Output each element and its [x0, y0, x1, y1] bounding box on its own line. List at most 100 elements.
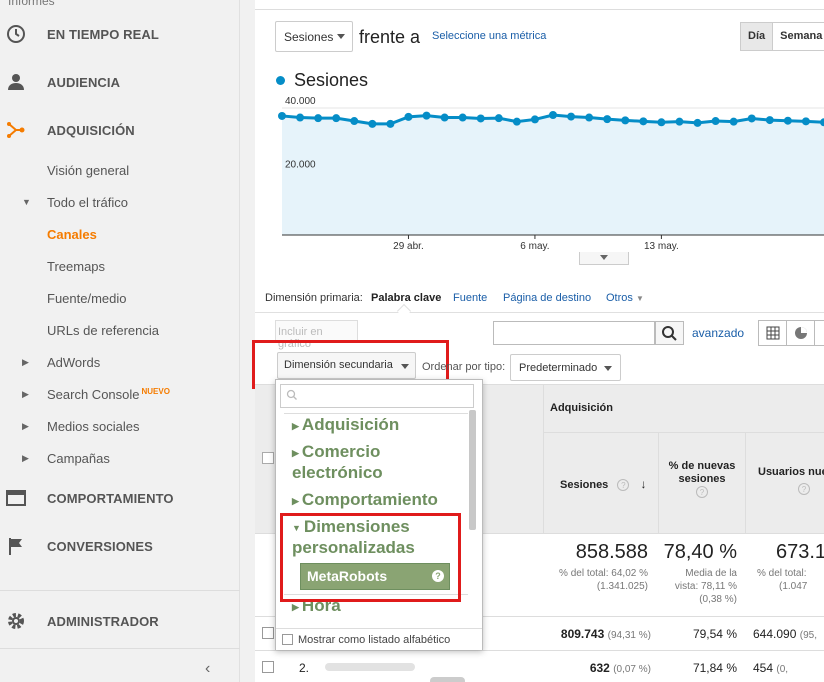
sidebar-divider — [0, 590, 240, 591]
metric-select[interactable]: Sesiones — [275, 21, 353, 52]
search-console-text: Search Console — [47, 386, 140, 402]
alphabetical-checkbox[interactable] — [282, 634, 293, 645]
caret-down-icon: ▼ — [635, 294, 644, 303]
redacted-keyword — [325, 663, 415, 671]
sort-type-label: Ordenar por tipo: — [422, 361, 506, 373]
data-point — [549, 110, 557, 119]
help-icon[interactable]: ? — [798, 483, 810, 495]
view-average-diff: (0,38 %) — [699, 594, 737, 605]
sidebar-item-source-medium[interactable]: Fuente/medio — [0, 284, 240, 312]
data-point — [639, 117, 648, 126]
data-point — [693, 118, 702, 127]
sidebar-item-behavior[interactable]: COMPORTAMIENTO — [0, 478, 240, 518]
table-view-button[interactable] — [759, 321, 787, 345]
x-tick-label: 6 may. — [520, 241, 549, 252]
row-checkbox[interactable] — [262, 661, 274, 673]
caret-right-icon: ▶ — [22, 356, 29, 367]
sidebar-item-label: Visión general — [47, 162, 130, 178]
pie-view-button[interactable] — [787, 321, 815, 345]
period-week-button[interactable]: Semana — [773, 23, 824, 50]
sidebar-item-social[interactable]: ▶ Medios sociales — [0, 412, 240, 440]
search-icon — [662, 326, 677, 341]
dimension-divider — [255, 312, 824, 313]
dropdown-item-acquisition[interactable]: ▶ Adquisición — [292, 415, 399, 436]
sidebar-item-channels[interactable]: Canales — [0, 220, 240, 248]
new-users-column-header[interactable]: Usuarios nue ? — [752, 466, 824, 496]
sidebar-item-label: Treemaps — [47, 258, 106, 274]
chart-collapse-handle[interactable] — [579, 252, 629, 265]
data-point — [747, 114, 756, 123]
sidebar-item-adwords[interactable]: ▶ AdWords — [0, 348, 240, 376]
sidebar-divider — [0, 648, 240, 649]
sidebar-item-search-console[interactable]: ▶ Search Console NUEVO — [0, 380, 240, 408]
flag-icon — [9, 538, 22, 555]
chevron-down-icon — [337, 34, 345, 39]
dropdown-item-label: Comportamiento — [301, 490, 438, 509]
sidebar-item-realtime[interactable]: EN TIEMPO REAL — [0, 14, 240, 54]
sidebar-item-campaigns[interactable]: ▶ Campañas — [0, 444, 240, 472]
table-search-input[interactable] — [493, 321, 655, 345]
period-day-button[interactable]: Día — [741, 23, 774, 50]
include-chart-button[interactable]: Incluir en gráfico — [275, 320, 358, 350]
help-icon[interactable]: ? — [696, 486, 708, 498]
sidebar-item-audience[interactable]: AUDIENCIA — [0, 62, 240, 102]
sidebar-item-all-traffic[interactable]: ▼ Todo el tráfico — [0, 188, 240, 216]
help-icon[interactable]: ? — [617, 479, 630, 491]
total-sessions: 858.588 — [575, 541, 648, 563]
dropdown-footer: Mostrar como listado alfabético — [276, 628, 482, 650]
sidebar-item-admin[interactable]: ADMINISTRADOR — [0, 601, 240, 641]
search-button[interactable] — [655, 321, 684, 345]
series-area — [282, 114, 824, 235]
advanced-filter-link[interactable]: avanzado — [692, 326, 744, 340]
caret-right-icon: ▶ — [22, 452, 29, 463]
sidebar-item-overview[interactable]: Visión general — [0, 156, 240, 184]
sidebar-item-label: Search Console NUEVO — [47, 387, 170, 402]
row-new-users-value: 644.090 — [753, 627, 797, 641]
more-view-button[interactable] — [815, 321, 824, 345]
row-new-sessions: 71,84 % — [692, 661, 737, 675]
dimension-keyword[interactable]: Palabra clave — [371, 292, 441, 304]
total-new-sessions: 78,40 % — [663, 541, 737, 563]
dimension-source[interactable]: Fuente — [453, 292, 487, 304]
sidebar-item-treemaps[interactable]: Treemaps — [0, 252, 240, 280]
chevron-down-icon — [604, 366, 612, 371]
row-new-users-value: 454 — [753, 661, 774, 675]
view-average-value: vista: 78,11 % — [674, 581, 737, 592]
sidebar-item-acquisition[interactable]: ADQUISICIÓN — [0, 110, 240, 150]
dropdown-search-input[interactable] — [280, 384, 474, 408]
new-badge: NUEVO — [141, 386, 170, 396]
table-row[interactable]: 2. 632 (0,07 %) 71,84 % 454 (0, — [255, 650, 824, 682]
sidebar-item-referrals[interactable]: URLs de referencia — [0, 316, 240, 344]
dropdown-item-label: Comercio electrónico — [292, 442, 383, 482]
data-point — [512, 117, 521, 126]
row-sessions: 632 (0,07 %) — [545, 661, 651, 675]
total-new-users-pct: % del total: — [757, 568, 807, 579]
sort-desc-icon[interactable]: ↓ — [640, 477, 646, 491]
dimension-landing-page[interactable]: Página de destino — [503, 292, 591, 304]
sessions-column-header[interactable]: Sesiones ? ↓ — [560, 478, 656, 492]
select-metric-link[interactable]: Seleccione una métrica — [432, 30, 546, 42]
sort-type-select[interactable]: Predeterminado — [510, 354, 621, 381]
row-checkbox[interactable] — [262, 627, 274, 639]
row-index: 2. — [299, 661, 310, 675]
new-sessions-column-header[interactable]: % de nuevas sesiones ? — [662, 460, 742, 499]
data-point — [567, 112, 576, 121]
select-all-checkbox[interactable] — [262, 452, 274, 464]
dimension-other[interactable]: Otros ▼ — [606, 292, 644, 304]
new-users-column-label: Usuarios nue — [758, 466, 824, 478]
person-icon — [8, 74, 24, 90]
highlight-box — [280, 513, 461, 602]
dropdown-scrollbar[interactable] — [469, 410, 476, 530]
total-sessions-abs: (1.341.025) — [596, 581, 648, 592]
collapse-sidebar-icon[interactable]: ‹ — [205, 660, 210, 678]
sidebar-item-label: CONVERSIONES — [47, 538, 153, 554]
period-toggle: Día Semana — [740, 22, 824, 51]
search-icon — [286, 389, 297, 400]
sidebar-item-conversions[interactable]: CONVERSIONES — [0, 526, 240, 566]
data-point — [440, 113, 449, 122]
primary-dimension-label: Dimensión primaria: — [265, 292, 363, 304]
dropdown-item-ecommerce[interactable]: ▶ Comercio electrónico — [292, 442, 442, 483]
dropdown-item-behavior[interactable]: ▶ Comportamiento — [292, 490, 438, 511]
sidebar-item-label: Campañas — [47, 450, 110, 466]
row-sessions-pct: (0,07 %) — [613, 664, 651, 675]
